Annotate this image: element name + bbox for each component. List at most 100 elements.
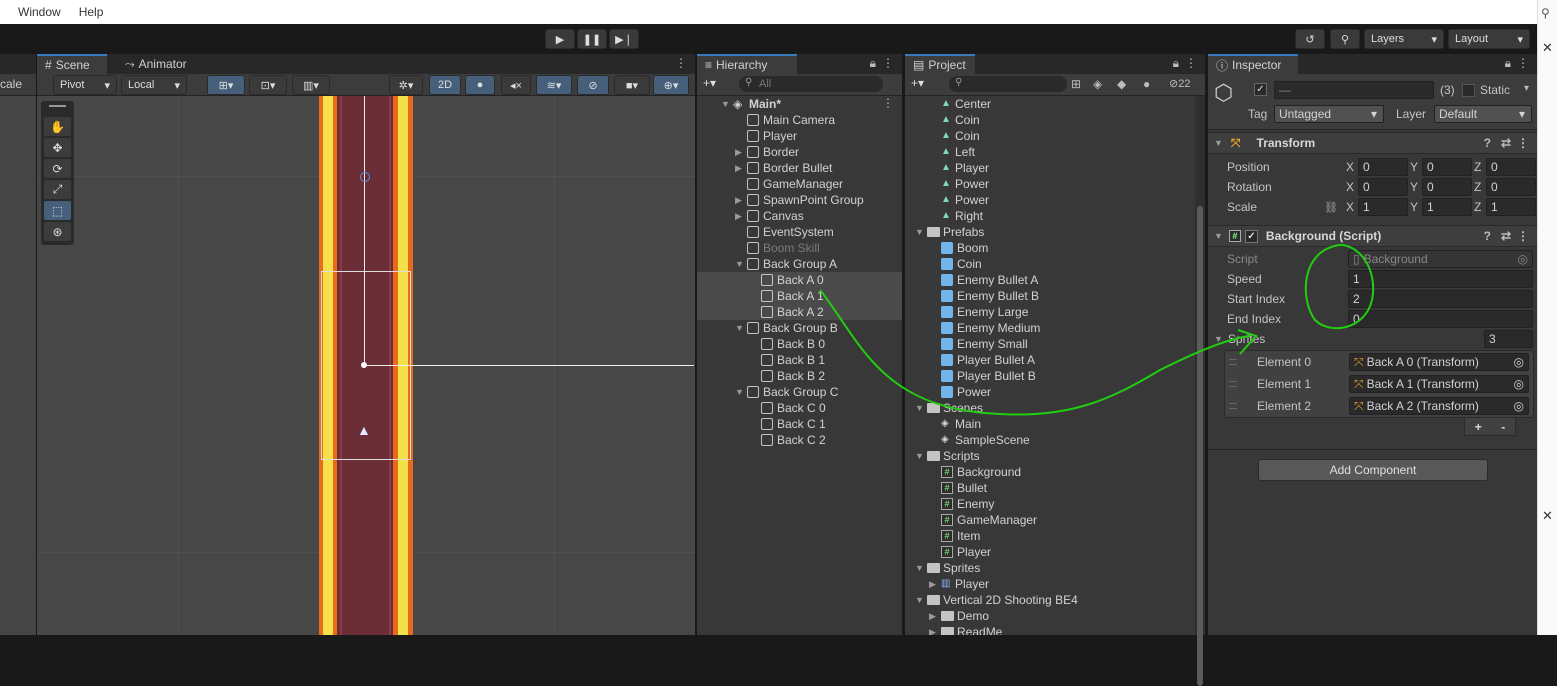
tab-hierarchy[interactable]: ≡Hierarchy xyxy=(697,54,797,74)
layer-dropdown[interactable]: Default▾ xyxy=(1434,105,1532,123)
project-item[interactable]: ▼Sprites xyxy=(905,560,1195,576)
rotation-axis-label[interactable]: Z xyxy=(1474,178,1481,196)
static-checkbox[interactable] xyxy=(1462,84,1475,97)
hierarchy-item[interactable]: ▼◈Main* xyxy=(697,96,902,112)
more-menu-icon[interactable]: ⋮ xyxy=(675,56,687,70)
foldout-arrow-icon[interactable]: ▼ xyxy=(721,99,731,109)
effects-icon[interactable]: ≋▾ xyxy=(536,75,572,95)
element-object-field[interactable]: ⤧Back A 0 (Transform)◎ xyxy=(1349,353,1529,371)
position-field[interactable]: 0 xyxy=(1486,158,1536,176)
help-icon[interactable]: ? xyxy=(1484,136,1491,150)
tab-project[interactable]: ▤Project xyxy=(905,54,975,74)
project-item[interactable]: Coin xyxy=(905,256,1195,272)
tab-animator[interactable]: ⤳Animator xyxy=(117,54,195,74)
local-dropdown[interactable]: Local▾ xyxy=(121,75,187,95)
more-menu-icon[interactable]: ⋮ xyxy=(1517,229,1529,243)
project-item[interactable]: ▶ReadMe xyxy=(905,624,1195,635)
add-component-button[interactable]: Add Component xyxy=(1258,459,1488,481)
help-icon[interactable]: ? xyxy=(1484,229,1491,243)
project-item[interactable]: Player Bullet B xyxy=(905,368,1195,384)
scale-field[interactable]: 1 xyxy=(1486,198,1536,216)
foldout-arrow-icon[interactable]: ▶ xyxy=(735,147,745,158)
foldout-arrow-icon[interactable]: ▶ xyxy=(735,211,745,222)
project-item[interactable]: Enemy Bullet A xyxy=(905,272,1195,288)
chevron-down-icon[interactable]: ▾ xyxy=(1524,83,1529,94)
type-filter-icon[interactable]: ◈ xyxy=(1093,77,1102,91)
hierarchy-item[interactable]: Back A 0 xyxy=(697,272,902,288)
foldout-arrow-icon[interactable]: ▼ xyxy=(915,227,925,237)
target-icon[interactable]: ◎ xyxy=(1514,399,1524,413)
pivot-handle[interactable] xyxy=(361,362,367,368)
project-item[interactable]: Boom xyxy=(905,240,1195,256)
foldout-arrow-icon[interactable]: ▼ xyxy=(735,259,745,269)
hierarchy-item[interactable]: Back B 1 xyxy=(697,352,902,368)
transform-header[interactable]: ▼ ⤧ Transform ? ⇄ ⋮ xyxy=(1208,132,1537,154)
rect-tool-icon[interactable]: ⬚ xyxy=(44,201,71,220)
scale-field[interactable]: 1 xyxy=(1422,198,1472,216)
move-tool-icon[interactable]: ✥ xyxy=(44,138,71,157)
hierarchy-item[interactable]: ▶Border xyxy=(697,144,902,160)
hidden-count[interactable]: ⊘22 xyxy=(1169,77,1190,90)
draw-mode-button[interactable]: ✲▾ xyxy=(389,75,423,95)
position-field[interactable]: 0 xyxy=(1422,158,1472,176)
project-item[interactable]: ▲Power xyxy=(905,192,1195,208)
player-sprite[interactable]: ▲ xyxy=(357,422,371,438)
drag-handle-icon[interactable] xyxy=(1229,381,1237,387)
scale-axis-label[interactable]: Z xyxy=(1474,198,1481,216)
layout-dropdown[interactable]: Layout▾ xyxy=(1448,29,1530,49)
hierarchy-item[interactable]: EventSystem xyxy=(697,224,902,240)
filter-icon[interactable]: ⊞ xyxy=(1071,77,1081,91)
hierarchy-item[interactable]: GameManager xyxy=(697,176,902,192)
hierarchy-item[interactable]: ▶SpawnPoint Group xyxy=(697,192,902,208)
menu-window[interactable]: Window xyxy=(18,5,61,19)
hierarchy-item[interactable]: ▼Back Group C xyxy=(697,384,902,400)
rotation-field[interactable]: 0 xyxy=(1486,178,1536,196)
position-field[interactable]: 0 xyxy=(1358,158,1408,176)
pivot-dropdown[interactable]: Pivot▾ xyxy=(53,75,117,95)
mode-2d-button[interactable]: 2D xyxy=(429,75,461,95)
transform-tool-icon[interactable]: ⊛ xyxy=(44,222,71,241)
hierarchy-item[interactable]: Back C 2 xyxy=(697,432,902,448)
more-menu-icon[interactable]: ⋮ xyxy=(1185,56,1197,70)
hierarchy-item[interactable]: Back A 1 xyxy=(697,288,902,304)
scale-field[interactable]: 1 xyxy=(1358,198,1408,216)
project-item[interactable]: ▼Scripts xyxy=(905,448,1195,464)
project-item[interactable]: ▲Coin xyxy=(905,112,1195,128)
hierarchy-search-input[interactable]: All xyxy=(739,76,883,92)
tag-dropdown[interactable]: Untagged▾ xyxy=(1274,105,1384,123)
project-item[interactable]: #Bullet xyxy=(905,480,1195,496)
ruler-button[interactable]: ▥▾ xyxy=(292,75,330,95)
label-filter-icon[interactable]: ◆ xyxy=(1117,77,1126,91)
rotation-field[interactable]: 0 xyxy=(1422,178,1472,196)
drag-handle-icon[interactable] xyxy=(1229,359,1237,365)
rotation-axis-label[interactable]: X xyxy=(1346,178,1354,196)
project-search-input[interactable] xyxy=(949,76,1067,92)
project-item[interactable]: ▲Center xyxy=(905,96,1195,112)
tab-inspector[interactable]: ⓘInspector xyxy=(1208,54,1298,74)
drag-handle-icon[interactable] xyxy=(1229,403,1237,409)
more-menu-icon[interactable]: ⋮ xyxy=(1517,56,1529,70)
lock-icon[interactable]: 🔒︎ xyxy=(870,56,876,71)
more-menu-icon[interactable]: ⋮ xyxy=(882,56,894,70)
element-object-field[interactable]: ⤧Back A 2 (Transform)◎ xyxy=(1349,397,1529,415)
foldout-arrow-icon[interactable]: ▼ xyxy=(915,451,925,461)
project-item[interactable]: ▶▥Player xyxy=(905,576,1195,592)
add-icon[interactable]: +▾ xyxy=(703,76,716,90)
name-field[interactable]: — xyxy=(1274,81,1434,99)
add-element-button[interactable]: + xyxy=(1475,420,1482,434)
enabled-checkbox[interactable]: ✓ xyxy=(1245,230,1258,243)
grid-snap-button[interactable]: ⊞▾ xyxy=(207,75,245,95)
project-item[interactable]: Enemy Small xyxy=(905,336,1195,352)
menu-help[interactable]: Help xyxy=(79,5,104,19)
project-item[interactable]: #Player xyxy=(905,544,1195,560)
lock-icon[interactable]: 🔒︎ xyxy=(1505,56,1511,71)
hierarchy-item[interactable]: ▶Border Bullet xyxy=(697,160,902,176)
hierarchy-item[interactable]: Main Camera xyxy=(697,112,902,128)
close-icon-lower[interactable]: ✕ xyxy=(1542,508,1553,524)
snap-increment-button[interactable]: ⊡▾ xyxy=(249,75,287,95)
project-item[interactable]: ▲Coin xyxy=(905,128,1195,144)
hierarchy-item[interactable]: Back A 2 xyxy=(697,304,902,320)
foldout-arrow-icon[interactable]: ▶ xyxy=(929,627,939,636)
foldout-arrow-icon[interactable]: ▼ xyxy=(915,563,925,573)
speed-field[interactable]: 1 xyxy=(1348,270,1533,288)
